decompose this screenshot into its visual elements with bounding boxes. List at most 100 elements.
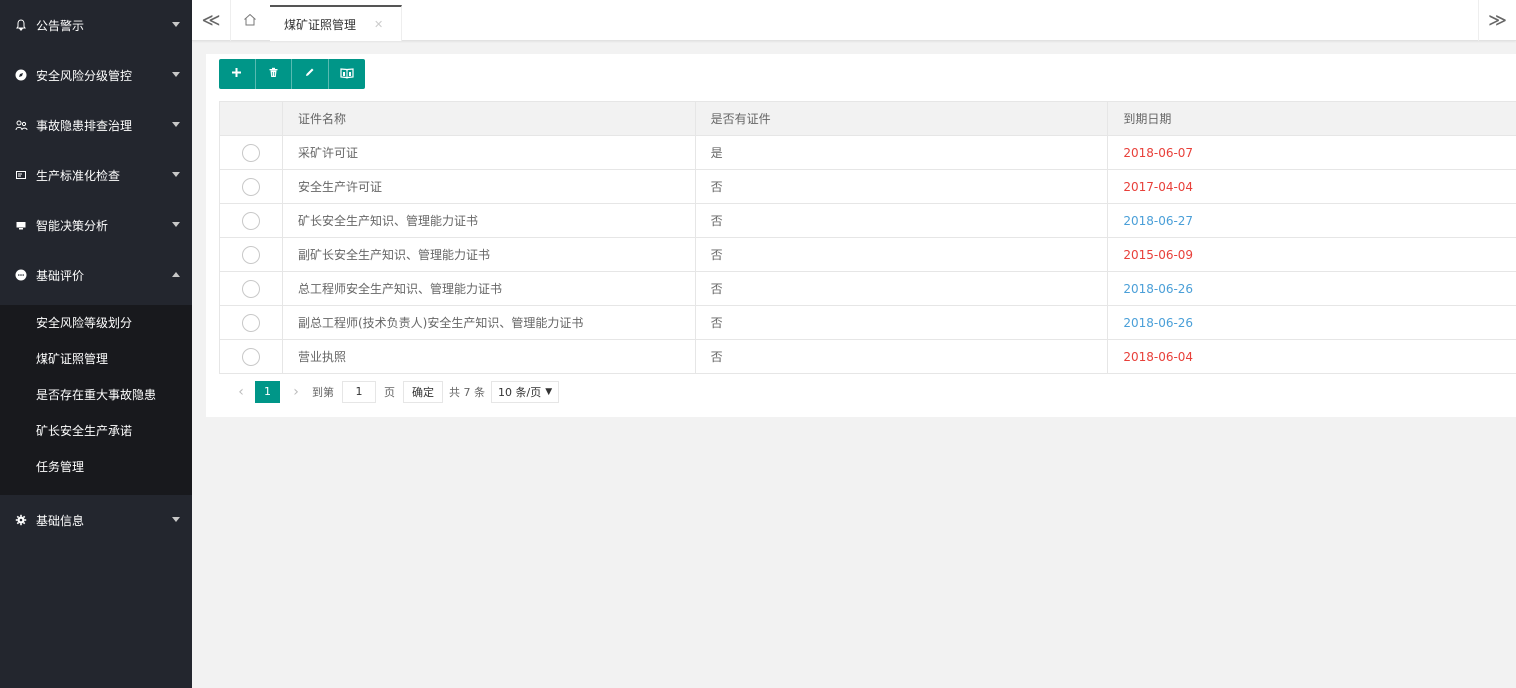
tab-label: 煤矿证照管理: [284, 17, 357, 32]
sidebar-item-label: 基础评价: [36, 268, 85, 283]
page-size-value: 10 条/页: [498, 385, 542, 399]
has-license-cell: 否: [696, 340, 1109, 373]
row-radio[interactable]: [241, 313, 260, 332]
caret-down-icon: [172, 122, 180, 127]
content-panel: 证件名称 是否有证件 到期日期 采矿许可证是 2018-06-07 安全生产许可证否…: [206, 54, 1516, 417]
caret-up-icon: [172, 272, 180, 277]
sidebar-item-decision-analysis[interactable]: 智能决策分析: [0, 200, 192, 250]
sidebar-item-basic-evaluation[interactable]: 基础评价: [0, 250, 192, 300]
add-button[interactable]: [219, 59, 256, 89]
card-icon: [14, 168, 28, 182]
total-count: 共 7 条: [449, 385, 485, 399]
sidebar: 公告警示 安全风险分级管控 事故隐患排查治理 生产标准化检查 智能决策分析 基础: [0, 0, 192, 688]
has-license-cell: 是: [696, 136, 1109, 169]
edit-button[interactable]: [292, 59, 329, 89]
page-unit-label: 页: [384, 385, 395, 399]
header-select: [220, 102, 283, 135]
expiry-date-cell: 2018-06-26: [1123, 315, 1194, 330]
toolbar: [219, 59, 365, 89]
expiry-date-cell: 2018-06-27: [1123, 213, 1194, 228]
close-tab-icon[interactable]: ✕: [374, 18, 383, 31]
tab-bar: ≪ 煤矿证照管理 ✕ ≫: [192, 0, 1516, 41]
has-license-cell: 否: [696, 170, 1109, 203]
row-radio[interactable]: [241, 177, 260, 196]
table-row[interactable]: 采矿许可证是 2018-06-07: [220, 136, 1516, 170]
sidebar-item-basic-info[interactable]: 基础信息: [0, 495, 192, 545]
row-select-cell: [220, 136, 283, 169]
bell-icon: [14, 18, 28, 32]
next-page-icon[interactable]: ›: [286, 384, 306, 400]
sidebar-item-risk-control[interactable]: 安全风险分级管控: [0, 50, 192, 100]
license-name-cell: 副矿长安全生产知识、管理能力证书: [283, 238, 696, 271]
goto-page-input[interactable]: [342, 380, 376, 403]
sidebar-item-label: 安全风险分级管控: [36, 68, 133, 83]
view-button[interactable]: [329, 59, 366, 89]
trash-icon: [268, 67, 279, 81]
delete-button[interactable]: [256, 59, 292, 89]
row-select-cell: [220, 170, 283, 203]
expiry-date-cell: 2018-06-26: [1123, 281, 1194, 296]
row-radio[interactable]: [241, 347, 260, 366]
caret-down-icon: ▼: [545, 386, 553, 397]
sidebar-item-standard-check[interactable]: 生产标准化检查: [0, 150, 192, 200]
table-row[interactable]: 营业执照否 2018-06-04: [220, 340, 1516, 374]
prev-page-icon[interactable]: ‹: [231, 384, 251, 400]
submenu-item-mine-commitment[interactable]: 矿长安全生产承诺: [0, 413, 192, 449]
row-radio[interactable]: [241, 279, 260, 298]
gear-icon: [14, 513, 28, 527]
license-name-cell: 采矿许可证: [283, 136, 696, 169]
sidebar-item-label: 事故隐患排查治理: [36, 118, 133, 133]
row-radio[interactable]: [241, 143, 260, 162]
license-name-cell: 总工程师安全生产知识、管理能力证书: [283, 272, 696, 305]
book-icon: [340, 67, 354, 82]
sidebar-item-label: 智能决策分析: [36, 218, 109, 233]
row-select-cell: [220, 272, 283, 305]
submenu-item-major-hazard[interactable]: 是否存在重大事故隐患: [0, 377, 192, 413]
row-radio[interactable]: [241, 211, 260, 230]
caret-down-icon: [172, 22, 180, 27]
scroll-tabs-left-button[interactable]: ≪: [192, 0, 230, 41]
submenu-item-task-management[interactable]: 任务管理: [0, 449, 192, 485]
sidebar-item-announcement[interactable]: 公告警示: [0, 0, 192, 50]
goto-label: 到第: [312, 385, 334, 399]
table-row[interactable]: 总工程师安全生产知识、管理能力证书否 2018-06-26: [220, 272, 1516, 306]
header-license-name[interactable]: 证件名称: [283, 102, 696, 135]
home-tab-button[interactable]: [230, 0, 268, 41]
license-name-cell: 副总工程师(技术负责人)安全生产知识、管理能力证书: [283, 306, 696, 339]
add-icon: [231, 67, 242, 81]
row-select-cell: [220, 238, 283, 271]
table-header: 证件名称 是否有证件 到期日期: [220, 102, 1516, 136]
double-chevron-left-icon: ≪: [201, 10, 221, 31]
submenu-item-risk-level[interactable]: 安全风险等级划分: [0, 305, 192, 341]
submenu-item-license-management[interactable]: 煤矿证照管理: [0, 341, 192, 377]
edit-icon: [304, 67, 315, 81]
goto-confirm-button[interactable]: 确定: [403, 380, 443, 403]
caret-down-icon: [172, 72, 180, 77]
header-expiry-date[interactable]: 到期日期: [1108, 102, 1516, 135]
license-name-cell: 矿长安全生产知识、管理能力证书: [283, 204, 696, 237]
license-name-cell: 营业执照: [283, 340, 696, 373]
submenu: 安全风险等级划分 煤矿证照管理 是否存在重大事故隐患 矿长安全生产承诺 任务管理: [0, 305, 192, 495]
row-select-cell: [220, 204, 283, 237]
table-row[interactable]: 副矿长安全生产知识、管理能力证书否 2015-06-09: [220, 238, 1516, 272]
expiry-date-cell: 2017-04-04: [1123, 179, 1194, 194]
caret-down-icon: [172, 222, 180, 227]
table-row[interactable]: 矿长安全生产知识、管理能力证书否 2018-06-27: [220, 204, 1516, 238]
header-has-license[interactable]: 是否有证件: [696, 102, 1109, 135]
caret-down-icon: [172, 517, 180, 522]
scroll-tabs-right-button[interactable]: ≫: [1478, 0, 1516, 41]
current-page[interactable]: 1: [255, 380, 280, 403]
has-license-cell: 否: [696, 272, 1109, 305]
page-size-select[interactable]: 10 条/页 ▼: [491, 380, 560, 403]
table-row[interactable]: 安全生产许可证否 2017-04-04: [220, 170, 1516, 204]
license-name-cell: 安全生产许可证: [283, 170, 696, 203]
has-license-cell: 否: [696, 306, 1109, 339]
row-radio[interactable]: [241, 245, 260, 264]
table-row[interactable]: 副总工程师(技术负责人)安全生产知识、管理能力证书否 2018-06-26: [220, 306, 1516, 340]
tab-license-management[interactable]: 煤矿证照管理 ✕: [270, 5, 403, 41]
sidebar-item-hazard-check[interactable]: 事故隐患排查治理: [0, 100, 192, 150]
row-select-cell: [220, 306, 283, 339]
sidebar-item-label: 公告警示: [36, 18, 85, 33]
compass-icon: [14, 68, 28, 82]
caret-down-icon: [172, 172, 180, 177]
